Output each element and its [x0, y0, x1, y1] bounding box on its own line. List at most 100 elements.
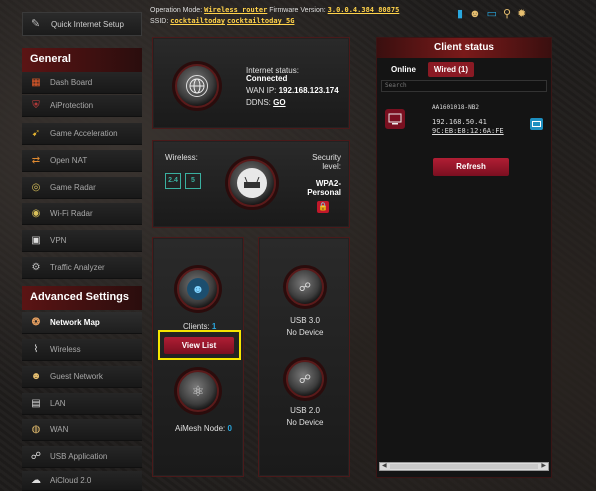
sidebar-item-aiprotection[interactable]: ⛨ AiProtection: [22, 95, 142, 117]
usb-panel: ☍ USB 3.0 No Device ☍ USB 2.0 No Device: [258, 237, 350, 477]
sidebar-item-aicloud[interactable]: ☁ AiCloud 2.0: [22, 471, 142, 491]
client-list-scrollbar[interactable]: ◀ ▶: [379, 462, 549, 471]
usb2-disc[interactable]: ☍: [286, 360, 324, 398]
internet-status-value: Connected: [246, 74, 288, 83]
top-status-bar: Operation Mode: Wireless router Firmware…: [150, 5, 450, 27]
sidebar-item-label: Guest Network: [50, 372, 103, 381]
top-status-icons: ▮ ☻ ▭ ⚲ ✹: [457, 8, 526, 20]
security-value-2: Personal: [307, 188, 341, 197]
settings-icon[interactable]: ✹: [517, 8, 526, 20]
network-map-icon: ❂: [31, 316, 41, 328]
operation-mode-label: Operation Mode:: [150, 7, 203, 14]
usb3-disc[interactable]: ☍: [286, 268, 324, 306]
firmware-label: Firmware Version:: [269, 7, 326, 14]
sidebar-item-open-nat[interactable]: ⇄ Open NAT: [22, 150, 142, 172]
sidebar-item-label: AiProtection: [50, 101, 94, 110]
client-name: AA1601018-NB2: [432, 104, 479, 111]
quick-internet-setup-button[interactable]: ✎ Quick Internet Setup: [22, 12, 142, 36]
usb2-icon: ☍: [298, 372, 312, 386]
usb3-label: USB 3.0: [290, 316, 320, 325]
client-mac-link[interactable]: 9C:EB:E8:12:6A:FE: [432, 127, 504, 135]
sidebar-item-label: Network Map: [50, 318, 100, 327]
ddns-label: DDNS:: [246, 98, 271, 107]
ssid-24-link[interactable]: cocktailtoday: [170, 17, 225, 25]
wired-connection-icon: [530, 118, 543, 130]
client-search-input[interactable]: Search: [381, 80, 547, 92]
guest-icon: ☻: [30, 370, 42, 382]
sidebar-item-label: USB Application: [50, 452, 108, 461]
usb2-status: No Device: [286, 418, 324, 427]
usb-status-icon[interactable]: ⚲: [503, 8, 511, 20]
globe-icon: [186, 75, 208, 97]
sidebar-item-label: VPN: [50, 236, 67, 245]
sidebar-item-wireless[interactable]: ⌇ Wireless: [22, 339, 142, 361]
client-tabs: Online Wired (1): [377, 58, 551, 77]
sidebar-item-network-map[interactable]: ❂ Network Map: [22, 312, 142, 334]
clients-panel: ☻ Clients: 1 View List ⚛ AiMesh Node: 0: [152, 237, 244, 477]
aimesh-disc[interactable]: ⚛: [177, 370, 219, 412]
internet-disc[interactable]: [175, 64, 219, 108]
sidebar-item-label: Dash Board: [50, 78, 93, 87]
wireless-icon: ⌇: [33, 343, 39, 355]
operation-mode-link[interactable]: Wireless router: [204, 6, 267, 14]
scroll-right-icon[interactable]: ▶: [541, 462, 546, 469]
router-disc[interactable]: [228, 159, 276, 207]
network-status-icon[interactable]: ▮: [457, 8, 463, 20]
client-status-panel: Client status Online Wired (1) Search AA…: [376, 37, 552, 478]
refresh-button[interactable]: Refresh: [433, 158, 509, 176]
sidebar-item-game-radar[interactable]: ◎ Game Radar: [22, 177, 142, 199]
client-device-icon[interactable]: [385, 109, 405, 129]
sidebar-item-game-acceleration[interactable]: ➹ Game Acceleration: [22, 123, 142, 145]
shield-icon: ⛨: [32, 99, 40, 111]
vpn-icon: ▣: [31, 234, 41, 246]
scroll-left-icon[interactable]: ◀: [382, 462, 387, 469]
aimesh-label: AiMesh Node:: [175, 424, 226, 433]
security-label-2: level:: [322, 162, 341, 171]
router-icon: [237, 168, 267, 198]
sidebar-item-label: Game Radar: [50, 183, 96, 192]
sidebar-item-usb-application[interactable]: ☍ USB Application: [22, 446, 142, 468]
sidebar-item-dashboard[interactable]: ▦ Dash Board: [22, 72, 142, 94]
client-status-title: Client status: [377, 38, 551, 58]
wireless-label: Wireless:: [165, 153, 198, 162]
wizard-icon: ✎: [31, 18, 41, 30]
sidebar-item-label: Traffic Analyzer: [50, 263, 105, 272]
sidebar-item-wifi-radar[interactable]: ◉ Wi-Fi Radar: [22, 203, 142, 225]
sidebar-item-label: Wi-Fi Radar: [50, 209, 93, 218]
sidebar-item-label: LAN: [50, 399, 66, 408]
tab-wired[interactable]: Wired (1): [427, 62, 475, 77]
wan-ip-value: 192.168.123.174: [278, 86, 339, 95]
aimesh-icon: ⚛: [191, 382, 205, 399]
band-5-button[interactable]: 5: [185, 173, 201, 189]
usb-app-icon: ☍: [30, 450, 42, 462]
scroll-thumb[interactable]: [390, 464, 538, 469]
sidebar-item-label: WAN: [50, 425, 69, 434]
clients-icon: ☻: [187, 278, 209, 300]
sidebar-item-traffic-analyzer[interactable]: ⚙ Traffic Analyzer: [22, 257, 142, 279]
clients-disc[interactable]: ☻: [177, 268, 219, 310]
client-ip: 192.168.50.41: [432, 118, 487, 126]
view-list-button[interactable]: View List: [164, 337, 234, 354]
sidebar-item-label: Open NAT: [50, 156, 88, 165]
band-24-button[interactable]: 2.4: [165, 173, 181, 189]
internet-panel: Internet status: Connected WAN IP: 192.1…: [152, 37, 350, 129]
quick-setup-label: Quick Internet Setup: [51, 19, 124, 29]
firmware-version-link[interactable]: 3.0.0.4.384_80875: [328, 6, 400, 14]
sidebar-item-guest-network[interactable]: ☻ Guest Network: [22, 366, 142, 388]
sidebar-item-label: AiCloud 2.0: [50, 476, 92, 485]
sidebar-item-lan[interactable]: ▤ LAN: [22, 393, 142, 415]
sidebar: ✎ Quick Internet Setup General ▦ Dash Bo…: [22, 0, 142, 491]
wifi-radar-icon: ◉: [31, 207, 41, 219]
monitor-icon[interactable]: ▭: [487, 8, 497, 20]
sidebar-item-vpn[interactable]: ▣ VPN: [22, 230, 142, 252]
ssid-5g-link[interactable]: cocktailtoday_5G: [227, 17, 294, 25]
sidebar-item-wan[interactable]: ◍ WAN: [22, 419, 142, 441]
aimesh-count-link[interactable]: 0: [227, 424, 231, 433]
client-status-icon[interactable]: ☻: [469, 8, 481, 20]
general-section-title: General: [22, 48, 142, 72]
tab-online[interactable]: Online: [385, 62, 422, 77]
traffic-icon: ⚙: [31, 261, 41, 273]
ddns-go-link[interactable]: GO: [273, 98, 285, 107]
wireless-panel: Wireless: 2.4 5 Security level: WPA2- Pe…: [152, 140, 350, 228]
usb3-icon: ☍: [298, 280, 312, 294]
